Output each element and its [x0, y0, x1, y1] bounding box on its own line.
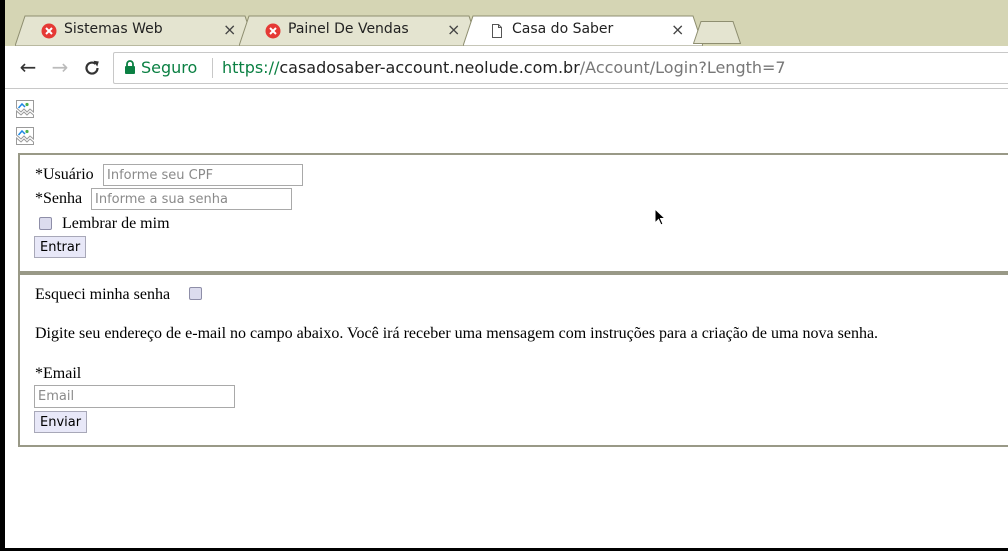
remember-me-label: Lembrar de mim: [62, 215, 170, 232]
cpf-input[interactable]: [103, 164, 303, 186]
tab-strip: Sistemas Web × Painel De Vendas × Casa d…: [5, 0, 1008, 46]
tab-label: Casa do Saber: [512, 21, 614, 37]
tab-painel-de-vendas[interactable]: Painel De Vendas ×: [239, 15, 479, 46]
broken-image-icon: [16, 127, 34, 145]
tab-close-icon[interactable]: ×: [447, 20, 460, 39]
url-separator: [212, 58, 213, 78]
url-text[interactable]: https://casadosaber-account.neolude.com.…: [222, 58, 786, 77]
lock-icon: [125, 60, 135, 74]
reload-icon[interactable]: [83, 59, 101, 77]
back-arrow-icon[interactable]: ←: [15, 52, 41, 82]
address-bar[interactable]: Seguro https://casadosaber-account.neolu…: [113, 52, 1008, 84]
remember-me-checkbox[interactable]: [39, 217, 52, 230]
red-circle-favicon-icon: [41, 23, 57, 39]
recover-password-fieldset: Esqueci minha senha Digite seu endereço …: [18, 273, 1008, 447]
tab-casa-do-saber[interactable]: Casa do Saber ×: [463, 15, 703, 46]
new-tab-button[interactable]: [693, 21, 741, 44]
url-scheme: https://: [222, 58, 280, 77]
browser-window: Sistemas Web × Painel De Vendas × Casa d…: [5, 0, 1008, 548]
tab-label: Painel De Vendas: [288, 21, 409, 37]
secure-label: Seguro: [141, 58, 198, 77]
url-path: /Account/Login?Length=7: [579, 58, 786, 77]
forgot-password-label: Esqueci minha senha: [35, 286, 171, 303]
page-icon: [492, 24, 502, 38]
login-button[interactable]: Entrar: [34, 236, 87, 258]
red-circle-favicon-icon: [265, 23, 281, 39]
tab-close-icon[interactable]: ×: [223, 20, 236, 39]
password-label: *Senha: [35, 190, 83, 207]
tab-close-icon[interactable]: ×: [671, 20, 684, 39]
browser-toolbar: ← → Seguro https://casadosaber-account.n…: [5, 46, 1008, 89]
email-label: *Email: [35, 365, 82, 382]
page-content: *Usuário *Senha Lembrar de mim Entrar Es…: [5, 89, 1008, 548]
forward-arrow-icon[interactable]: →: [47, 52, 73, 82]
broken-image-icon: [16, 100, 34, 118]
url-host: casadosaber-account.neolude.com.br: [279, 58, 580, 77]
user-label: *Usuário: [35, 166, 94, 183]
mouse-cursor-icon: [654, 208, 666, 226]
tab-label: Sistemas Web: [64, 21, 163, 37]
forgot-password-checkbox[interactable]: [189, 287, 202, 300]
tab-sistemas-web[interactable]: Sistemas Web ×: [15, 15, 255, 46]
recover-instructions: Digite seu endereço de e-mail no campo a…: [35, 325, 879, 342]
login-fieldset: *Usuário *Senha Lembrar de mim Entrar: [18, 153, 1008, 273]
send-button[interactable]: Enviar: [34, 411, 88, 433]
password-input[interactable]: [91, 188, 292, 210]
email-input[interactable]: [34, 385, 235, 408]
